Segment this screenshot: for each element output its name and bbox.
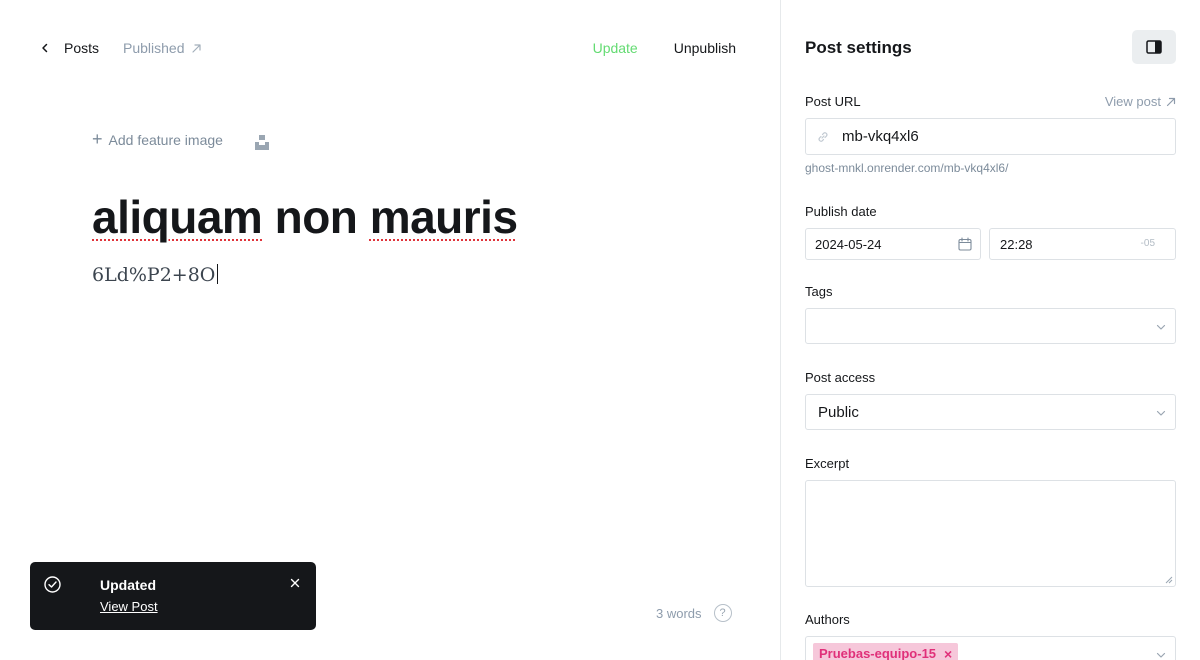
editor-area: Posts Published Update Unpublish + Add f… xyxy=(0,0,780,660)
sidebar-toggle-icon xyxy=(1146,40,1162,54)
editor-topbar: Posts Published Update Unpublish xyxy=(40,38,736,58)
title-word: mauris xyxy=(369,191,518,243)
authors-label: Authors xyxy=(805,612,850,627)
chevron-down-icon xyxy=(1156,410,1166,416)
link-icon xyxy=(818,131,828,142)
back-to-posts-link[interactable]: Posts xyxy=(40,40,99,56)
tags-select[interactable] xyxy=(805,308,1176,344)
text-caret xyxy=(217,264,219,284)
publish-date-value: 2024-05-24 xyxy=(815,236,882,252)
timezone-label: -05 xyxy=(1140,238,1155,249)
post-url-input[interactable] xyxy=(842,128,1142,145)
tags-label: Tags xyxy=(805,284,833,299)
toast-view-post-link[interactable]: View Post xyxy=(100,599,158,614)
update-toast: Updated View Post xyxy=(30,562,316,630)
help-icon[interactable]: ? xyxy=(713,604,732,622)
post-title[interactable]: aliquam non mauris xyxy=(92,190,518,244)
word-count: 3 words ? xyxy=(656,604,732,622)
body-text: 6Ld%P2+8O xyxy=(92,264,216,286)
publish-date-input[interactable]: 2024-05-24 xyxy=(805,228,981,260)
editor-actions: Update Unpublish xyxy=(593,40,736,56)
calendar-icon xyxy=(958,237,972,251)
sidebar-toggle-button[interactable] xyxy=(1132,30,1176,64)
view-post-link[interactable]: View post xyxy=(1105,94,1176,109)
chevron-left-icon xyxy=(42,43,48,53)
panel-title: Post settings xyxy=(805,38,912,57)
post-access-select[interactable]: Public xyxy=(805,394,1176,430)
unsplash-icon[interactable] xyxy=(255,134,269,150)
status-label: Published xyxy=(123,40,185,56)
post-access-value: Public xyxy=(818,403,859,421)
excerpt-textarea[interactable] xyxy=(806,481,1175,586)
unpublish-button[interactable]: Unpublish xyxy=(674,40,736,56)
title-word: non xyxy=(274,191,358,243)
chevron-down-icon xyxy=(1156,324,1166,330)
view-post-label: View post xyxy=(1104,94,1161,109)
add-feature-image-button[interactable]: + Add feature image xyxy=(92,129,223,149)
author-chip-label: Pruebas-equipo-15 xyxy=(819,646,937,660)
post-settings-panel: Post settings Post URL View post ghost-m… xyxy=(780,0,1200,660)
chevron-down-icon xyxy=(1156,652,1166,658)
publish-time-value: 22:28 xyxy=(1000,236,1033,252)
post-url-field xyxy=(805,118,1176,155)
word-count-label: 3 words xyxy=(656,605,702,621)
post-access-label: Post access xyxy=(805,370,876,385)
plus-icon: + xyxy=(92,129,103,149)
excerpt-field xyxy=(805,480,1176,587)
post-url-label: Post URL xyxy=(805,94,861,109)
external-arrow-icon xyxy=(191,43,201,53)
update-button[interactable]: Update xyxy=(593,40,638,56)
excerpt-label: Excerpt xyxy=(805,456,850,471)
post-body[interactable]: 6Ld%P2+8O xyxy=(92,264,219,286)
remove-author-icon[interactable]: × xyxy=(944,647,952,660)
title-word: aliquam xyxy=(92,191,263,243)
author-chip: Pruebas-equipo-15 × xyxy=(813,643,959,660)
resize-grip-icon[interactable] xyxy=(1165,576,1173,584)
authors-select[interactable]: Pruebas-equipo-15 × xyxy=(805,636,1176,660)
post-status[interactable]: Published xyxy=(123,40,202,56)
post-url-hint: ghost-mnkl.onrender.com/mb-vkq4xl6/ xyxy=(805,161,1009,175)
publish-time-input[interactable]: 22:28 -05 xyxy=(989,228,1176,260)
toast-title: Updated xyxy=(100,577,156,593)
close-icon[interactable] xyxy=(290,578,300,588)
check-circle-icon xyxy=(44,576,61,593)
feature-image-label: Add feature image xyxy=(108,132,223,148)
publish-date-label: Publish date xyxy=(805,204,877,219)
external-arrow-icon xyxy=(1166,97,1176,106)
back-label: Posts xyxy=(64,40,100,56)
